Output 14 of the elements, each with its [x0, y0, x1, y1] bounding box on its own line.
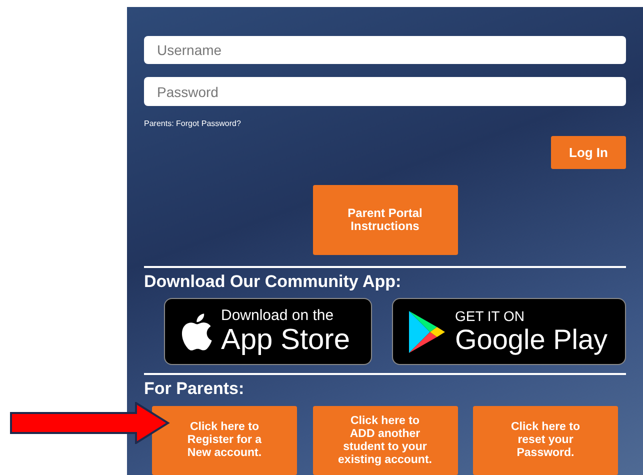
password-field[interactable]: Password: [144, 77, 626, 106]
parent-action-button[interactable]: Click here to ADD another student to your existing account.: [312, 406, 458, 475]
apple-logo-icon: [179, 312, 213, 352]
play-triangle-icon: [407, 310, 447, 354]
google-play-badge[interactable]: GET IT ON Google Play: [392, 298, 626, 365]
parent-action-button[interactable]: Click here to reset your Password.: [473, 406, 618, 475]
parent-portal-instructions-button[interactable]: Parent Portal Instructions: [312, 185, 458, 255]
login-button[interactable]: Log In: [551, 136, 626, 169]
parent-action-button[interactable]: Click here to Register for a New account.: [152, 406, 297, 475]
app-store-badge[interactable]: Download on the App Store: [164, 298, 372, 365]
section-heading: For Parents:: [144, 379, 246, 399]
forgot-password-link[interactable]: Parents: Forgot Password?: [144, 118, 626, 130]
section-heading: Download Our Community App:: [144, 272, 402, 292]
username-field[interactable]: Username: [144, 36, 626, 64]
